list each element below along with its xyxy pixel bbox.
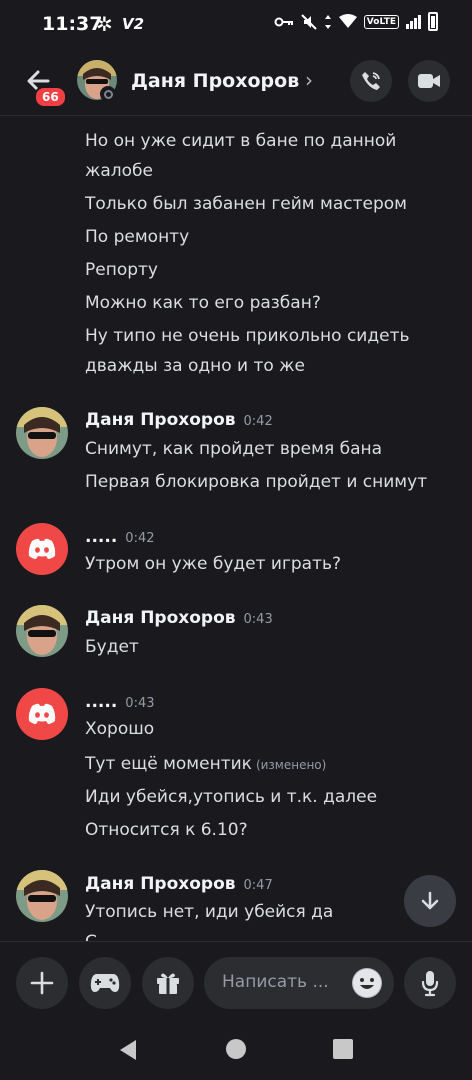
edited-label: (изменено) (255, 758, 327, 772)
voice-message-button[interactable] (404, 957, 456, 1009)
pinwheel-icon: ✲ (96, 12, 113, 36)
author-name[interactable]: Даня Прохоров (85, 874, 236, 894)
message-author[interactable]: Даня Прохоров 0:42 (85, 410, 273, 430)
author-name[interactable]: ..... (85, 527, 117, 547)
chat-header: 66 Даня Прохоров › (0, 50, 472, 116)
message-line[interactable]: Снимут, как пройдет время бана (85, 434, 382, 464)
message-list[interactable]: Но он уже сидит в бане по данной жалобе … (0, 117, 472, 941)
composer-bar: Написать ... (0, 941, 472, 1021)
message-author[interactable]: Даня Прохоров 0:47 (85, 874, 273, 894)
message-author[interactable]: Даня Прохоров 0:43 (85, 608, 273, 628)
author-name[interactable]: ..... (85, 692, 117, 712)
system-nav-bar (0, 1021, 472, 1080)
key-icon (274, 17, 293, 26)
plus-icon (30, 971, 54, 995)
message-line[interactable]: Будет (85, 632, 139, 662)
message-line[interactable]: Ну типо не очень прикольно сидеть (85, 321, 410, 351)
author-name[interactable]: Даня Прохоров (85, 410, 236, 430)
gamepad-icon (90, 974, 120, 992)
message-line[interactable]: Можно как то его разбан? (85, 288, 321, 318)
message-line[interactable]: Первая блокировка пройдет и снимут (85, 467, 427, 497)
v2-indicator: V2 (122, 15, 145, 33)
discord-logo-icon (28, 703, 56, 724)
video-camera-icon (418, 74, 440, 88)
jump-to-latest-button[interactable] (404, 875, 456, 927)
message-text[interactable]: Тут ещё моментик (85, 754, 252, 774)
user-avatar[interactable] (16, 523, 68, 575)
message-line[interactable]: Хорошо (85, 714, 154, 744)
user-avatar[interactable] (16, 605, 68, 657)
status-time: 11:37 (42, 13, 103, 35)
message-line[interactable]: жалобе (85, 156, 153, 186)
message-line[interactable]: Иди убейся,утопись и т.к. далее (85, 782, 377, 812)
header-title[interactable]: Даня Прохоров (131, 70, 299, 92)
status-icons: VoLTE (274, 12, 438, 31)
message-line[interactable]: дважды за одно и то же (85, 351, 305, 381)
message-line[interactable]: С (85, 927, 97, 941)
user-avatar[interactable] (16, 870, 68, 922)
volte-badge: VoLTE (363, 14, 399, 29)
message-line[interactable]: Только был забанен гейм мастером (85, 189, 407, 219)
wifi-icon (338, 14, 357, 28)
gift-button[interactable] (142, 957, 194, 1009)
message-input-placeholder: Написать ... (222, 972, 329, 992)
status-bar: 11:37 ✲ V2 VoLTE (0, 0, 472, 50)
data-arrows-icon (324, 14, 331, 29)
nav-home-icon[interactable] (225, 1038, 247, 1060)
call-button[interactable] (350, 60, 392, 102)
message-line[interactable]: Репорту (85, 255, 158, 285)
author-name[interactable]: Даня Прохоров (85, 608, 236, 628)
message-line[interactable]: Утром он уже будет играть? (85, 549, 341, 579)
unread-badge: 66 (34, 86, 67, 108)
message-timestamp: 0:43 (243, 612, 273, 627)
message-timestamp: 0:42 (125, 531, 155, 546)
gift-icon (157, 973, 179, 994)
battery-icon (428, 12, 438, 31)
video-call-button[interactable] (408, 60, 450, 102)
message-author[interactable]: ..... 0:42 (85, 527, 155, 547)
message-line[interactable]: Относится к 6.10? (85, 815, 248, 845)
message-timestamp: 0:43 (125, 696, 155, 711)
activities-button[interactable] (79, 957, 131, 1009)
emoji-icon[interactable] (352, 968, 382, 998)
message-line[interactable]: По ремонту (85, 222, 189, 252)
nav-back-icon[interactable] (118, 1039, 138, 1061)
signal-icon (406, 14, 421, 29)
presence-offline-indicator (100, 86, 116, 102)
user-avatar[interactable] (16, 407, 68, 459)
arrow-down-icon (421, 891, 439, 910)
discord-logo-icon (28, 538, 56, 559)
message-author[interactable]: ..... 0:43 (85, 692, 155, 712)
nav-recents-icon[interactable] (333, 1039, 353, 1059)
message-line[interactable]: Тут ещё моментик (изменено) (85, 749, 326, 780)
message-line[interactable]: Но он уже сидит в бане по данной (85, 126, 396, 156)
message-timestamp: 0:42 (243, 414, 273, 429)
user-avatar[interactable] (16, 688, 68, 740)
message-input[interactable]: Написать ... (204, 957, 394, 1009)
chevron-right-icon[interactable]: › (305, 68, 313, 92)
phone-call-icon (362, 72, 380, 90)
microphone-icon (421, 971, 439, 997)
attach-button[interactable] (16, 957, 68, 1009)
message-line[interactable]: Утопись нет, иди убейся да (85, 897, 333, 927)
message-timestamp: 0:47 (243, 878, 273, 893)
mute-icon (301, 13, 317, 30)
